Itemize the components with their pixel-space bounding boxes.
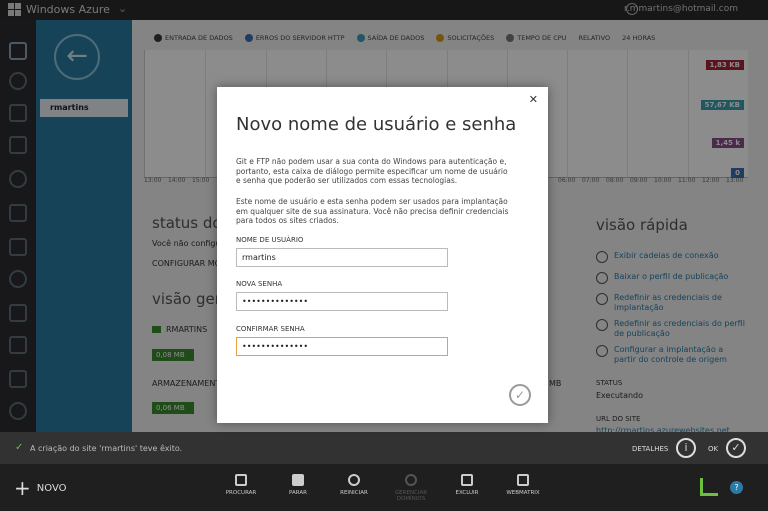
delete-button[interactable]: EXCLUIR	[444, 474, 490, 496]
ok-label[interactable]: OK	[708, 445, 718, 453]
password-field[interactable]	[236, 292, 448, 311]
details-label[interactable]: DETALHES	[632, 445, 668, 453]
restart-button[interactable]: REINICIAR	[331, 474, 377, 496]
check-icon[interactable]: ✓	[726, 438, 746, 458]
domain-icon	[405, 474, 417, 486]
dialog-note: Este nome de usuário e esta senha podem …	[236, 197, 509, 226]
activity-icon[interactable]	[700, 478, 718, 496]
browse-icon	[235, 474, 247, 486]
check-icon: ✓	[15, 442, 24, 453]
webmatrix-button[interactable]: WEBMATRIX	[500, 474, 546, 496]
password-label: NOVA SENHA	[236, 280, 283, 288]
plus-icon: +	[14, 476, 31, 500]
username-field[interactable]	[236, 248, 448, 267]
stop-button[interactable]: PARAR	[275, 474, 321, 496]
info-icon[interactable]: i	[676, 438, 696, 458]
dialog-title: Novo nome de usuário e senha	[236, 114, 517, 135]
confirm-password-field[interactable]	[236, 337, 448, 356]
stop-icon	[292, 474, 304, 486]
help-icon[interactable]: ?	[730, 481, 743, 494]
new-button[interactable]: + NOVO	[14, 476, 66, 500]
trash-icon	[461, 474, 473, 486]
close-icon[interactable]: ✕	[529, 93, 538, 106]
confirm-password-label: CONFIRMAR SENHA	[236, 325, 305, 333]
notification-text: A criação do site 'rmartins' teve êxito.	[30, 444, 183, 453]
credentials-dialog: ✕ Novo nome de usuário e senha Git e FTP…	[217, 87, 548, 423]
restart-icon	[348, 474, 360, 486]
manage-domains-button[interactable]: GERENCIAR DOMÍNIOS	[388, 474, 434, 502]
azure-portal: Windows Azure ⌄ r.mmartins@hotmail.com ←…	[0, 0, 768, 511]
webmatrix-icon	[517, 474, 529, 486]
command-bar: + NOVO PROCURAR PARAR REINICIAR GERENCIAR…	[0, 464, 768, 511]
browse-button[interactable]: PROCURAR	[218, 474, 264, 496]
notification-bar: ✓ A criação do site 'rmartins' teve êxit…	[0, 432, 768, 464]
confirm-check-icon[interactable]: ✓	[509, 384, 531, 406]
username-label: NOME DE USUÁRIO	[236, 236, 304, 244]
dialog-description: Git e FTP não podem usar a sua conta do …	[236, 157, 508, 186]
